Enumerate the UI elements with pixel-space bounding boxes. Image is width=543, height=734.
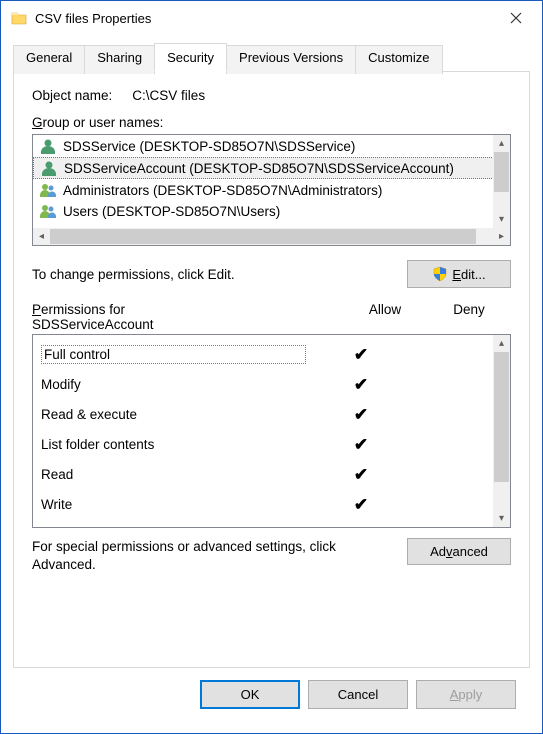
scroll-down-icon[interactable]: ▾ [493,211,510,228]
permissions-header: Permissions for SDSServiceAccount Allow … [32,302,511,332]
tab-strip: General Sharing Security Previous Versio… [13,43,530,72]
object-name-value: C:\CSV files [132,88,205,103]
users-listbox[interactable]: SDSService (DESKTOP-SD85O7N\SDSService) S… [32,134,511,246]
check-icon [354,465,368,484]
dialog-buttons: OK Cancel Apply [13,668,530,721]
permissions-listbox[interactable]: Full control Modify Read & execute List fol… [32,334,511,528]
allow-cell [317,496,405,513]
users-list-items: SDSService (DESKTOP-SD85O7N\SDSService) S… [33,135,510,228]
permissions-for-label: Permissions for SDSServiceAccount [32,302,343,332]
groups-label: Group or user names: [32,115,511,130]
edit-hint-label: To change permissions, click Edit. [32,267,235,282]
scroll-h-track[interactable] [50,229,476,244]
scroll-thumb[interactable] [494,152,509,192]
advanced-row: For special permissions or advanced sett… [32,538,511,573]
permission-name: Read [41,467,317,482]
allow-column-header: Allow [343,302,427,332]
list-item-label: Administrators (DESKTOP-SD85O7N\Administ… [63,183,382,198]
ok-button[interactable]: OK [200,680,300,709]
list-item[interactable]: Users (DESKTOP-SD85O7N\Users) [33,201,510,221]
list-item[interactable]: SDSService (DESKTOP-SD85O7N\SDSService) [33,135,510,157]
object-name-row: Object name: C:\CSV files [32,88,511,103]
user-icon [40,159,58,177]
folder-icon [11,10,27,26]
permission-row: Read [41,459,493,489]
edit-button[interactable]: Edit... [407,260,511,288]
titlebar: CSV files Properties [1,1,542,35]
permission-name: Full control [41,345,317,364]
user-icon [39,202,57,220]
scroll-thumb[interactable] [494,352,509,482]
users-vertical-scrollbar[interactable]: ▴ ▾ [493,135,510,228]
close-button[interactable] [496,4,536,32]
apply-button[interactable]: Apply [416,680,516,709]
window-title: CSV files Properties [35,11,496,26]
user-icon [39,137,57,155]
permission-row: List folder contents [41,429,493,459]
advanced-hint-label: For special permissions or advanced sett… [32,538,395,573]
permission-row: Read & execute [41,399,493,429]
check-icon [354,495,368,514]
tab-security[interactable]: Security [154,43,227,72]
permission-rows: Full control Modify Read & execute List fol… [33,335,493,527]
dialog-body: General Sharing Security Previous Versio… [1,35,542,733]
cancel-button[interactable]: Cancel [308,680,408,709]
security-panel: Object name: C:\CSV files Group or user … [13,71,530,668]
permission-name: Write [41,497,317,512]
check-icon [354,405,368,424]
user-icon [39,181,57,199]
scroll-up-icon[interactable]: ▴ [493,135,510,152]
tab-previous-versions[interactable]: Previous Versions [226,45,356,74]
properties-dialog: CSV files Properties General Sharing Sec… [0,0,543,734]
allow-cell [317,376,405,393]
advanced-button[interactable]: Advanced [407,538,511,565]
scroll-up-icon[interactable]: ▴ [493,335,510,352]
scroll-track[interactable] [493,482,510,510]
deny-column-header: Deny [427,302,511,332]
permission-row: Modify [41,369,493,399]
list-item[interactable]: Administrators (DESKTOP-SD85O7N\Administ… [33,179,510,201]
allow-cell [317,466,405,483]
tab-sharing[interactable]: Sharing [84,45,155,74]
list-item-label: SDSService (DESKTOP-SD85O7N\SDSService) [63,139,355,154]
permission-name: List folder contents [41,437,317,452]
permission-row: Full control [41,339,493,369]
tab-general[interactable]: General [13,45,85,74]
users-horizontal-scrollbar[interactable]: ◂ ▸ [33,228,510,245]
shield-icon [432,266,448,282]
edit-row: To change permissions, click Edit. Edit.… [32,260,511,288]
scroll-down-icon[interactable]: ▾ [493,510,510,527]
check-icon [354,375,368,394]
allow-cell [317,436,405,453]
scroll-left-icon[interactable]: ◂ [33,228,50,245]
allow-cell [317,346,405,363]
permission-row: Write [41,489,493,519]
list-item[interactable]: SDSServiceAccount (DESKTOP-SD85O7N\SDSSe… [33,157,510,179]
permissions-vertical-scrollbar[interactable]: ▴ ▾ [493,335,510,527]
allow-cell [317,406,405,423]
list-item-label: Users (DESKTOP-SD85O7N\Users) [63,204,280,219]
tab-customize[interactable]: Customize [355,45,442,74]
check-icon [354,435,368,454]
list-item-label: SDSServiceAccount (DESKTOP-SD85O7N\SDSSe… [64,161,454,176]
scroll-right-icon[interactable]: ▸ [493,228,510,245]
permission-name: Read & execute [41,407,317,422]
permission-name: Modify [41,377,317,392]
object-name-label: Object name: [32,88,112,103]
check-icon [354,345,368,364]
